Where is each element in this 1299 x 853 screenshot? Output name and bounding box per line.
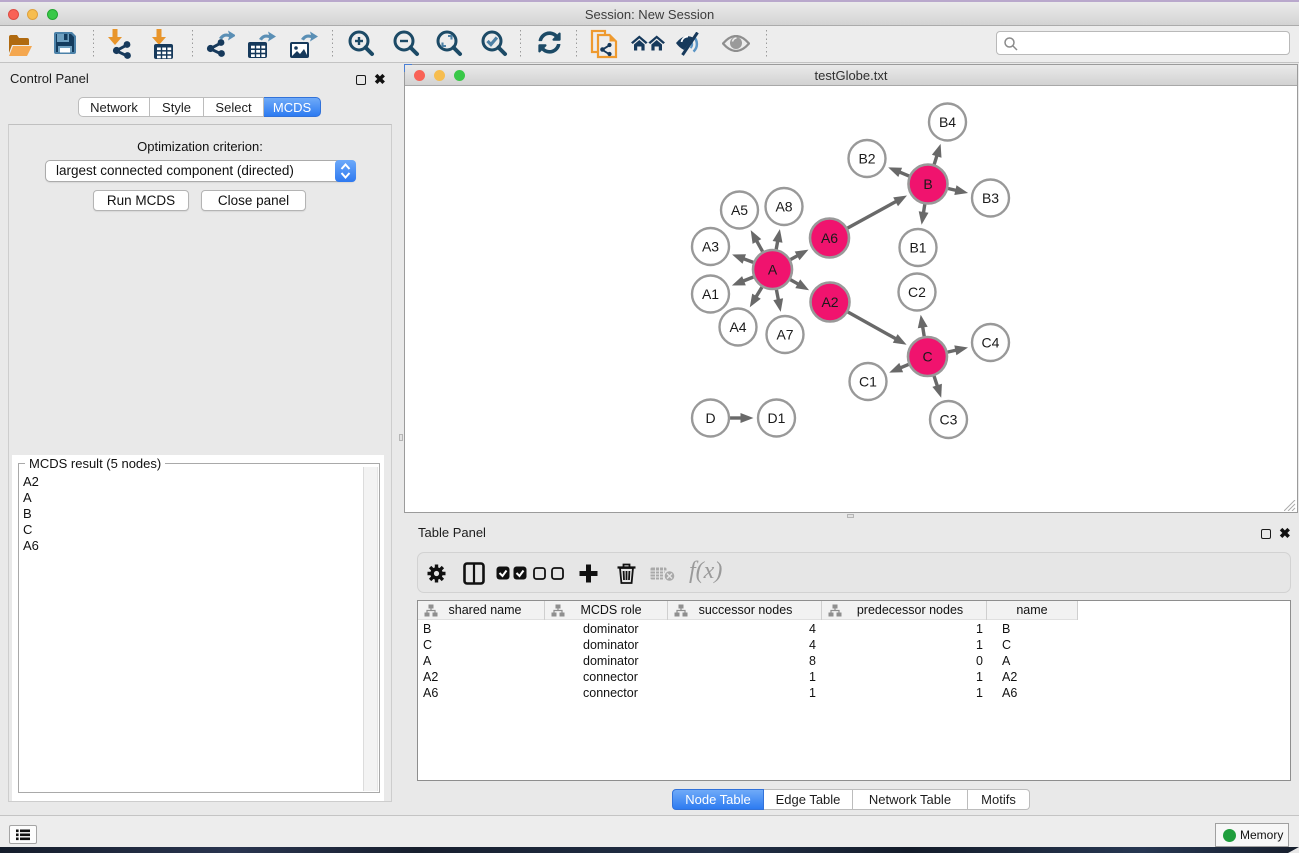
svg-text:C4: C4	[982, 335, 1000, 351]
svg-text:A8: A8	[775, 199, 792, 215]
svg-text:B1: B1	[909, 240, 926, 256]
svg-text:B3: B3	[982, 190, 999, 206]
svg-text:A7: A7	[776, 327, 793, 343]
svg-text:C: C	[922, 349, 932, 365]
svg-text:D: D	[705, 410, 715, 426]
svg-text:D1: D1	[768, 410, 786, 426]
svg-text:A3: A3	[702, 239, 719, 255]
svg-text:A6: A6	[821, 230, 838, 246]
svg-text:A4: A4	[729, 319, 746, 335]
svg-text:C1: C1	[859, 374, 877, 390]
svg-text:A1: A1	[702, 286, 719, 302]
svg-text:B: B	[923, 176, 932, 192]
svg-text:A2: A2	[821, 294, 838, 310]
svg-text:B4: B4	[939, 114, 956, 130]
svg-text:C3: C3	[940, 412, 958, 428]
svg-text:C2: C2	[908, 284, 926, 300]
svg-text:B2: B2	[858, 151, 875, 167]
svg-text:A: A	[768, 262, 778, 278]
svg-text:A5: A5	[731, 202, 748, 218]
